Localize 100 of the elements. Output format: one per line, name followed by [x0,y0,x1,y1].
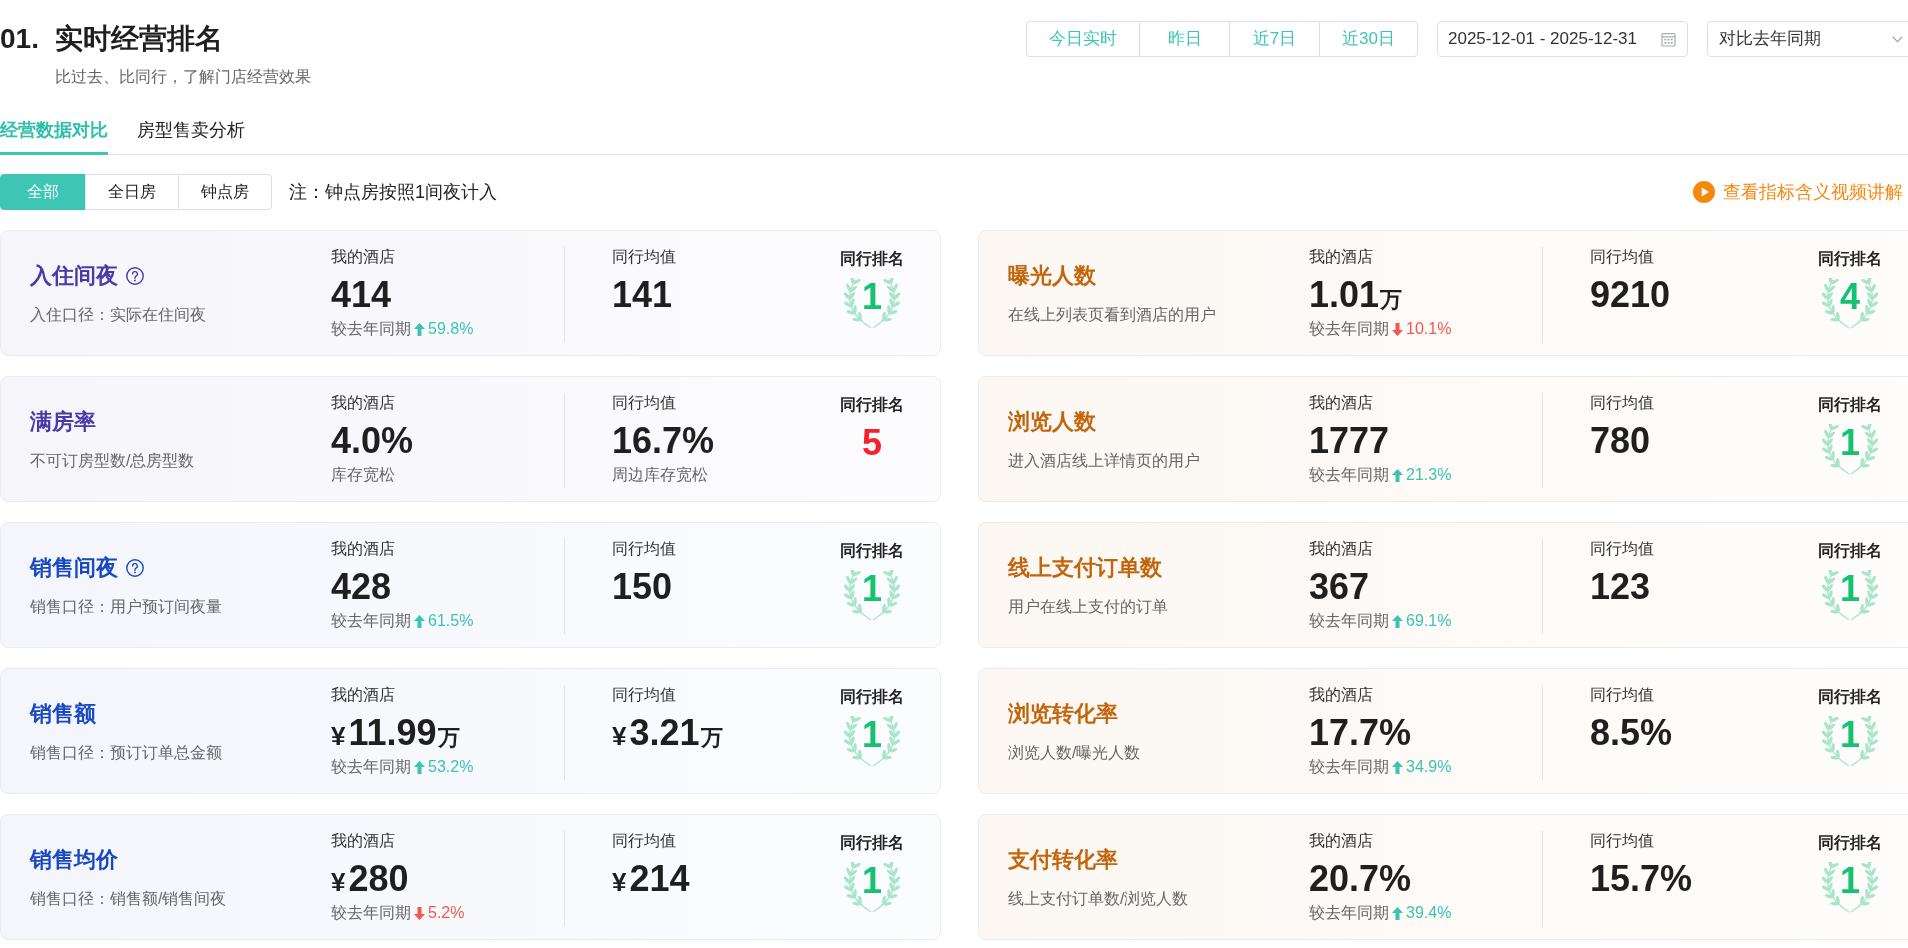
column-label: 同行排名 [840,541,904,561]
metric-title: 线上支付订单数 [1008,553,1162,582]
change-percent: 61.5% [428,611,474,631]
column-label: 同行排名 [1818,541,1882,561]
metric-value: 150 [612,565,673,609]
compare-select[interactable]: 对比去年同期 [1707,21,1908,57]
change-percent: 10.1% [1406,319,1452,339]
column-label: 我的酒店 [331,685,395,705]
column-label: 同行均值 [1590,247,1654,267]
period-button[interactable]: 近7日 [1229,21,1321,57]
metric-value: 4.0% [331,419,414,463]
metric-note: 库存宽松 [331,465,395,485]
metric-value: ¥280 [331,857,409,901]
metric-title: 浏览转化率 [1008,699,1118,728]
rank-value: 1 [1840,862,1860,900]
period-button[interactable]: 今日实时 [1026,21,1141,57]
column-label: 同行排名 [840,395,904,415]
rank-value: 1 [862,278,882,316]
chevron-down-icon [1892,35,1903,43]
help-icon[interactable] [126,266,144,285]
column-label: 同行均值 [1590,393,1654,413]
comparison-label: 较去年同期 [1309,465,1389,485]
column-label: 我的酒店 [331,539,395,559]
metric-description: 用户在线上支付的订单 [1008,596,1168,617]
column-label: 同行均值 [612,685,676,705]
column-label: 我的酒店 [331,393,395,413]
column-label: 我的酒店 [331,831,395,851]
note-text: 注：钟点房按照1间夜计入 [289,181,497,204]
metric-value: 20.7% [1309,857,1412,901]
column-label: 同行排名 [1818,687,1882,707]
comparison-label: 较去年同期 [331,757,411,777]
metric-description: 进入酒店线上详情页的用户 [1008,450,1200,471]
column-label: 我的酒店 [1309,539,1373,559]
column-label: 同行均值 [612,539,676,559]
metric-title: 浏览人数 [1008,407,1096,436]
video-link[interactable]: 查看指标含义视频讲解 [1693,180,1903,204]
metric-value: 16.7% [612,419,715,463]
metric-value: 9210 [1590,273,1671,317]
room-type-filter[interactable]: 钟点房 [178,174,272,210]
rank-value: 4 [1840,278,1860,316]
comparison-label: 较去年同期 [331,319,411,339]
metric-description: 不可订房型数/总房型数 [30,450,195,471]
room-type-filter[interactable]: 全部 [0,174,86,210]
metric-value: ¥3.21万 [612,711,723,755]
metric-value: 141 [612,273,673,317]
change-percent: 5.2% [428,903,465,923]
metric-description: 入住口径：实际在住间夜 [30,304,206,325]
metric-description: 销售口径：预订订单总金额 [30,742,222,763]
rank-value: 1 [1840,424,1860,462]
metric-title: 销售额 [30,699,96,728]
column-label: 同行均值 [612,831,676,851]
play-icon [1693,181,1715,203]
page-title: 实时经营排名 [55,22,223,56]
metric-value: ¥11.99万 [331,711,460,755]
rank-value: 1 [862,862,882,900]
period-button[interactable]: 昨日 [1139,21,1231,57]
column-label: 同行均值 [1590,539,1654,559]
change-percent: 34.9% [1406,757,1452,777]
page-subtitle: 比过去、比同行，了解门店经营效果 [55,67,311,87]
column-label: 我的酒店 [1309,685,1373,705]
date-range-field[interactable]: 2025-12-01 - 2025-12-31 [1437,21,1688,57]
column-label: 同行均值 [612,393,676,413]
change-percent: 69.1% [1406,611,1452,631]
metric-value: 1777 [1309,419,1390,463]
column-label: 同行均值 [1590,831,1654,851]
change-percent: 53.2% [428,757,474,777]
tab[interactable]: 房型售卖分析 [137,109,245,155]
column-label: 同行排名 [840,249,904,269]
change-percent: 39.4% [1406,903,1452,923]
change-percent: 59.8% [428,319,474,339]
metric-description: 在线上列表页看到酒店的用户 [1008,304,1216,325]
metric-title: 满房率 [30,407,96,436]
tab[interactable]: 经营数据对比 [0,109,108,155]
comparison-label: 较去年同期 [1309,757,1389,777]
metric-description: 销售口径：用户预订间夜量 [30,596,222,617]
rank-value: 5 [862,424,882,462]
column-label: 同行排名 [1818,395,1882,415]
metric-value: 17.7% [1309,711,1412,755]
period-button[interactable]: 近30日 [1319,21,1418,57]
metric-title: 销售间夜 [30,553,118,582]
metric-value: 1.01万 [1309,273,1403,317]
metric-value: 8.5% [1590,711,1673,755]
comparison-label: 较去年同期 [1309,903,1389,923]
rank-value: 1 [862,716,882,754]
room-type-filter[interactable]: 全日房 [85,174,179,210]
metric-value: 414 [331,273,392,317]
column-label: 同行排名 [840,687,904,707]
column-label: 我的酒店 [331,247,395,267]
metric-note: 周边库存宽松 [612,465,708,485]
column-label: 同行排名 [1818,249,1882,269]
calendar-icon [1661,31,1676,47]
metric-title: 入住间夜 [30,261,118,290]
column-label: 我的酒店 [1309,831,1373,851]
comparison-label: 较去年同期 [331,611,411,631]
help-icon[interactable] [126,558,144,577]
rank-value: 1 [1840,570,1860,608]
metric-title: 支付转化率 [1008,845,1118,874]
rank-value: 1 [862,570,882,608]
column-label: 同行排名 [1818,833,1882,853]
metric-value: 15.7% [1590,857,1693,901]
